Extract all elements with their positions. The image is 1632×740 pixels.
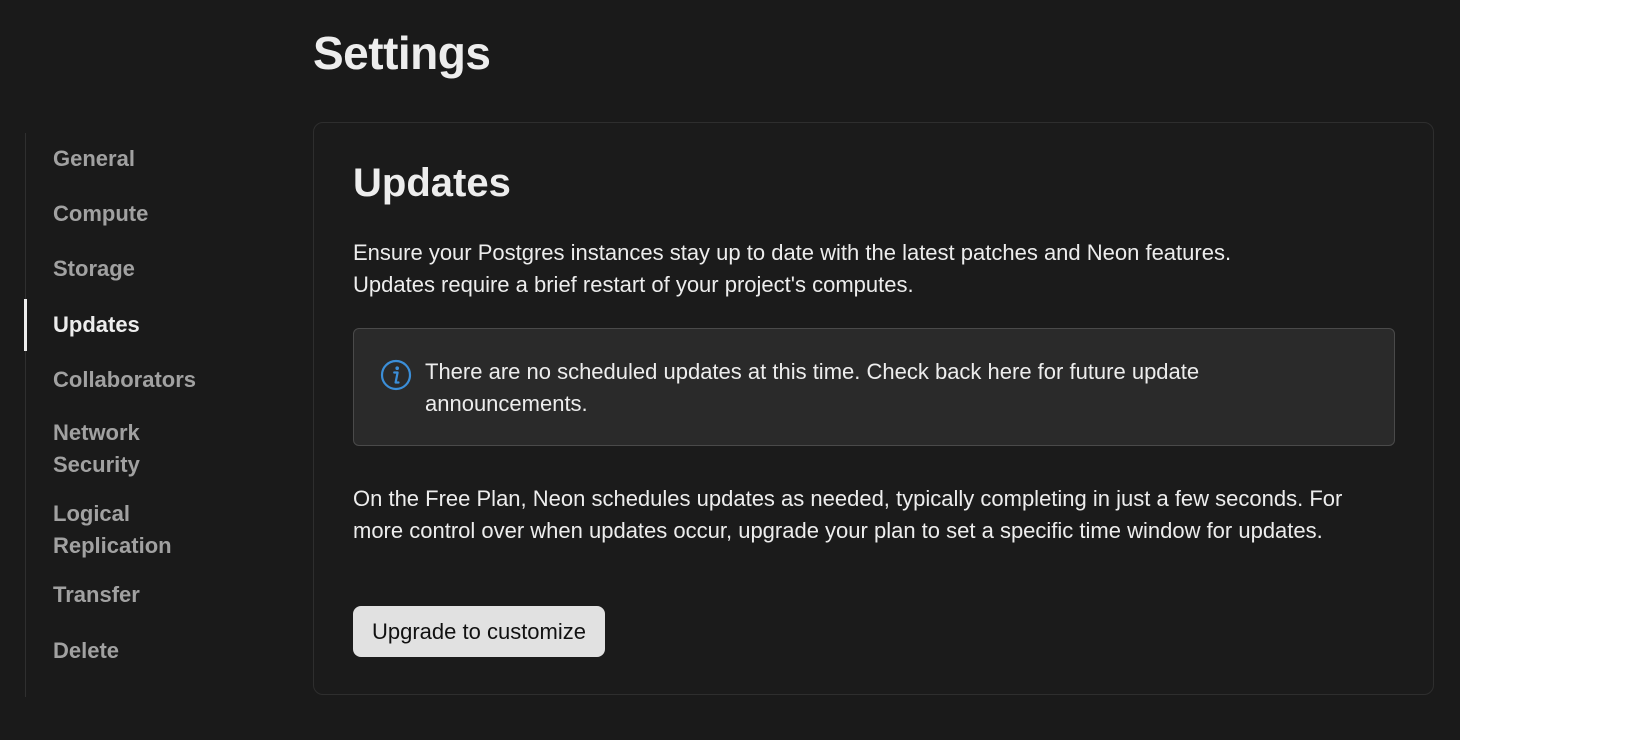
app-window: Settings General Compute Storage Updates… [0,0,1460,740]
description-line-2: Updates require a brief restart of your … [353,272,914,297]
info-message: There are no scheduled updates at this t… [425,359,1200,416]
section-description: Ensure your Postgres instances stay up t… [353,237,1393,301]
page-title: Settings [313,27,491,79]
sidebar-item-compute[interactable]: Compute [26,198,226,230]
upgrade-to-customize-button[interactable]: Upgrade to customize [353,606,605,657]
sidebar-item-updates[interactable]: Updates [24,299,226,351]
description-line-1: Ensure your Postgres instances stay up t… [353,240,1232,265]
sidebar-item-transfer[interactable]: Transfer [26,579,226,611]
section-title: Updates [353,161,511,205]
sidebar-item-storage[interactable]: Storage [26,253,226,285]
info-callout: There are no scheduled updates at this t… [353,328,1395,446]
sidebar-item-general[interactable]: General [26,143,226,175]
updates-card: Updates Ensure your Postgres instances s… [313,122,1434,695]
sidebar-item-logical-replication[interactable]: Logical Replication [26,498,226,562]
sidebar-item-network-security[interactable]: Network Security [26,417,226,481]
sidebar-item-collaborators[interactable]: Collaborators [26,364,226,396]
plan-description: On the Free Plan, Neon schedules updates… [353,486,1343,543]
settings-sidebar: General Compute Storage Updates Collabor… [24,133,266,697]
info-circle-icon [380,359,412,391]
sidebar-item-delete[interactable]: Delete [26,635,226,667]
